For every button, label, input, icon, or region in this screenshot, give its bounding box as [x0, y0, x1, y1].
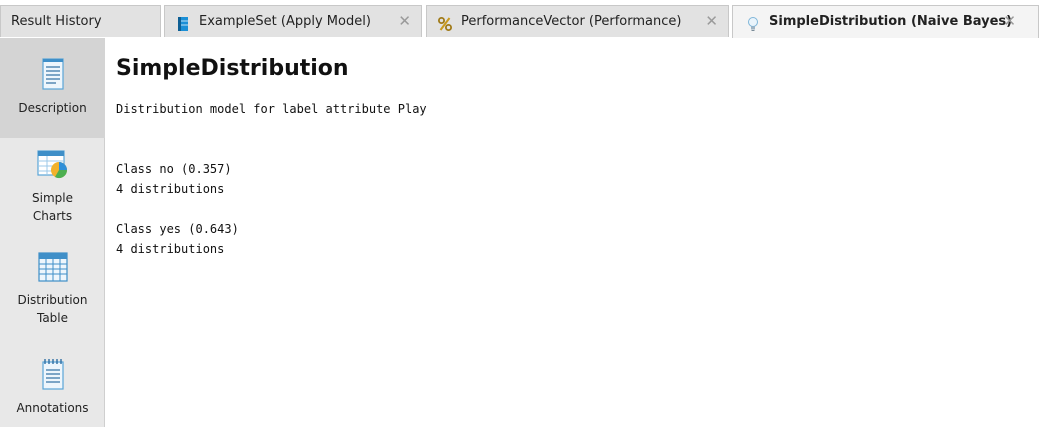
tab-label: PerformanceVector (Performance)	[461, 13, 682, 29]
sidebar-item-description[interactable]: Description	[0, 38, 105, 138]
percent-icon	[437, 14, 453, 31]
tab-label: ExampleSet (Apply Model)	[199, 13, 371, 29]
tab-performance-vector[interactable]: PerformanceVector (Performance) ✕	[426, 5, 729, 37]
sidebar-item-label: Charts	[32, 209, 73, 223]
lightbulb-icon	[745, 14, 761, 31]
close-icon[interactable]: ✕	[1003, 6, 1016, 36]
tab-label: SimpleDistribution (Naive Bayes)	[769, 14, 1013, 29]
sidebar-item-label: Distribution	[17, 293, 88, 307]
sidebar-item-simple-charts[interactable]: Simple Charts	[0, 150, 105, 225]
sidebar-item-label: Annotations	[16, 401, 89, 415]
notes-icon	[0, 358, 105, 395]
close-icon[interactable]: ✕	[398, 6, 411, 36]
class-header: Class yes (0.643)	[116, 222, 239, 236]
tab-exampleset[interactable]: ExampleSet (Apply Model) ✕	[164, 5, 422, 37]
tab-simple-distribution[interactable]: SimpleDistribution (Naive Bayes) ✕	[732, 5, 1039, 38]
sidebar-item-distribution-table[interactable]: Distribution Table	[0, 252, 105, 327]
tab-result-history[interactable]: Result History	[0, 5, 161, 37]
document-icon	[0, 58, 105, 95]
page-title: SimpleDistribution	[116, 56, 349, 81]
description-panel: SimpleDistribution Distribution model fo…	[116, 56, 1040, 259]
class-block: Class yes (0.643) 4 distributions	[116, 219, 1040, 259]
view-sidebar: Description Simple Charts Distribution T…	[0, 38, 105, 427]
class-block: Class no (0.357) 4 distributions	[116, 159, 1040, 199]
tab-label: Result History	[11, 13, 102, 29]
sidebar-item-label: Description	[18, 101, 87, 115]
class-detail: 4 distributions	[116, 242, 225, 256]
tab-bar: Result History ExampleSet (Apply Model) …	[0, 0, 1040, 38]
model-description: Distribution model for label attribute P…	[116, 102, 427, 116]
sidebar-item-label: Simple	[32, 191, 73, 205]
close-icon[interactable]: ✕	[705, 6, 718, 36]
chart-icon	[0, 150, 105, 185]
sidebar-item-annotations[interactable]: Annotations	[0, 358, 105, 417]
table-icon	[175, 14, 191, 31]
class-header: Class no (0.357)	[116, 162, 232, 176]
class-detail: 4 distributions	[116, 182, 225, 196]
grid-table-icon	[0, 252, 105, 287]
sidebar-item-label: Table	[36, 311, 69, 325]
